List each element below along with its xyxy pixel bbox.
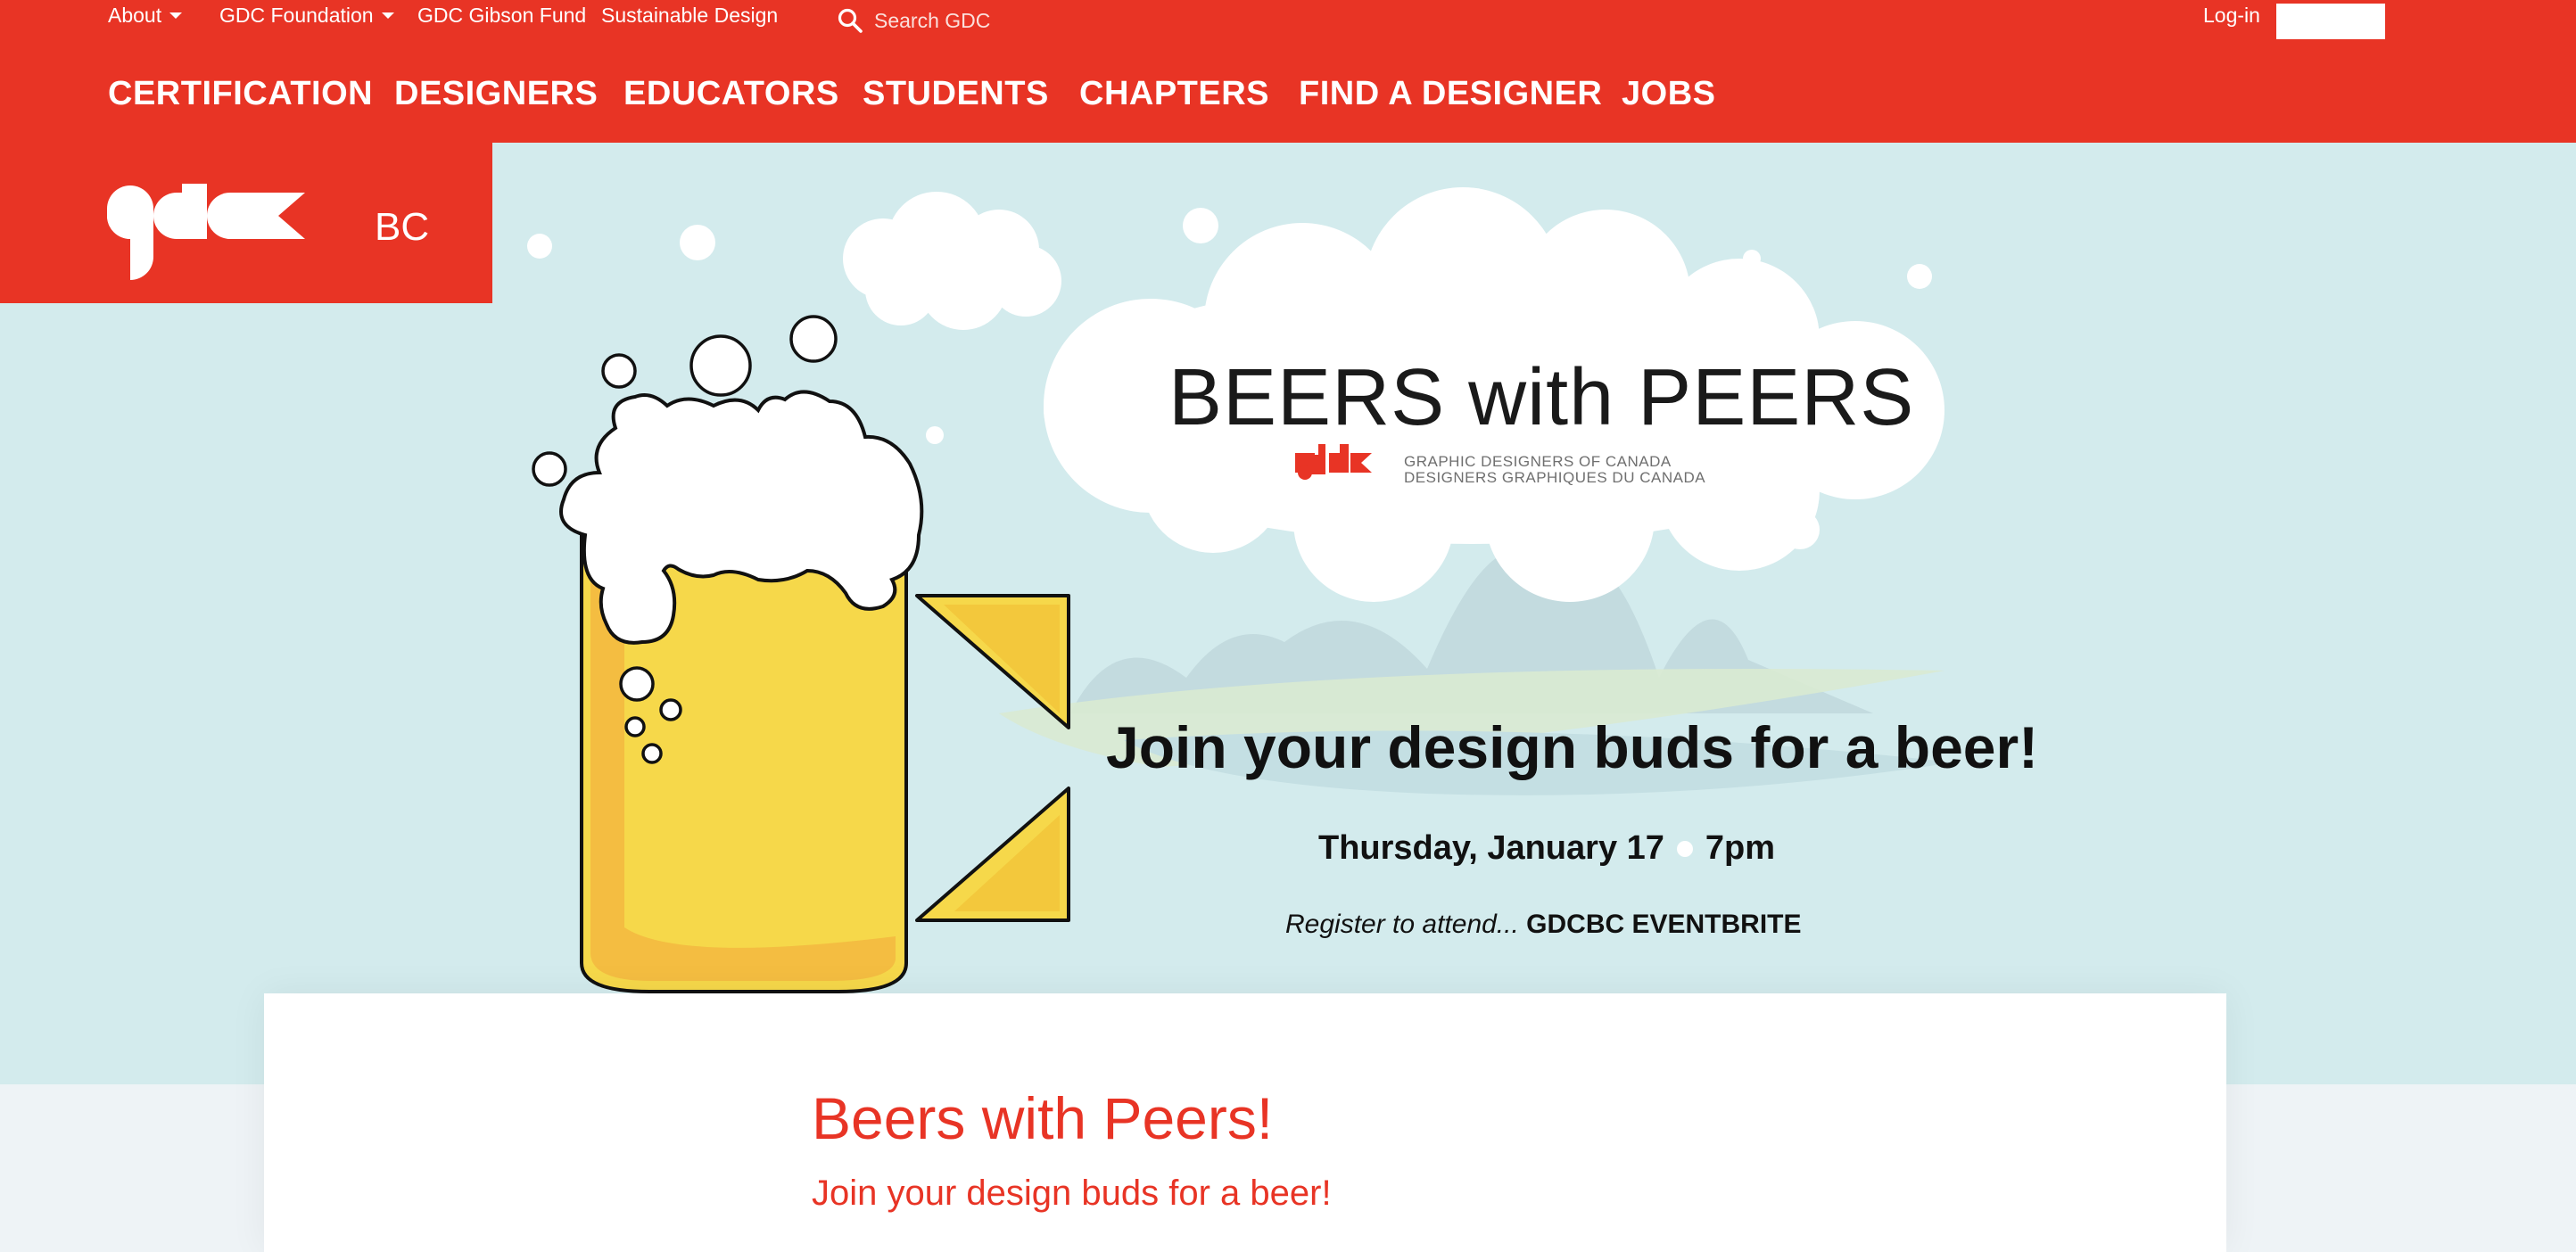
nav-find-a-designer[interactable]: FIND A DESIGNER — [1299, 75, 1602, 113]
utility-nav: About GDC Foundation GDC Gibson Fund Sus… — [0, 0, 2576, 39]
chevron-down-icon — [381, 12, 394, 19]
nav-sustainable-design[interactable]: Sustainable Design — [601, 4, 778, 28]
nav-certification[interactable]: CERTIFICATION — [108, 75, 373, 113]
nav-gdc-gibson-fund[interactable]: GDC Gibson Fund — [417, 4, 586, 28]
nav-gdc-foundation[interactable]: GDC Foundation — [219, 4, 394, 28]
article-card: Beers with Peers! Join your design buds … — [264, 993, 2226, 1252]
event-time: 7pm — [1705, 829, 1776, 867]
search-input[interactable] — [874, 8, 1053, 33]
main-nav: CERTIFICATION DESIGNERS EDUCATORS STUDEN… — [0, 75, 2576, 128]
login-link[interactable]: Log-in — [2203, 4, 2260, 28]
separator-dot — [1676, 840, 1693, 857]
gdc-tagline-en: GRAPHIC DESIGNERS OF CANADA — [1404, 453, 1672, 470]
nav-about-label: About — [108, 4, 162, 27]
hero-headline: Join your design buds for a beer! — [1106, 714, 2039, 780]
join-gdc-button[interactable]: Join GDC — [2276, 4, 2385, 39]
nav-about[interactable]: About — [108, 4, 183, 28]
nav-educators[interactable]: EDUCATORS — [623, 75, 839, 113]
nav-gdc-foundation-label: GDC Foundation — [219, 4, 374, 27]
register-prefix: Register to attend... — [1285, 910, 1519, 939]
gdc-logo — [107, 184, 305, 280]
nav-designers[interactable]: DESIGNERS — [394, 75, 598, 113]
chapter-logo[interactable]: BC — [0, 143, 492, 303]
gdc-tagline-fr: DESIGNERS GRAPHIQUES DU CANADA — [1404, 469, 1706, 486]
register-line: Register to attend... GDCBC EVENTBRITE — [1285, 910, 1802, 940]
nav-students[interactable]: STUDENTS — [863, 75, 1049, 113]
site-header: About GDC Foundation GDC Gibson Fund Sus… — [0, 0, 2576, 143]
article-subtitle: Join your design buds for a beer! — [812, 1174, 1332, 1213]
nav-jobs[interactable]: JOBS — [1622, 75, 1715, 113]
nav-chapters[interactable]: CHAPTERS — [1079, 75, 1269, 113]
chevron-down-icon — [169, 12, 183, 19]
event-datetime: Thursday, January 17 7pm — [1318, 829, 1775, 868]
article-title: Beers with Peers! — [812, 1085, 1274, 1151]
chapter-region: BC — [375, 205, 430, 249]
search-box[interactable] — [837, 5, 1053, 36]
event-date: Thursday, January 17 — [1318, 829, 1664, 867]
eventbrite-link[interactable]: GDCBC EVENTBRITE — [1526, 910, 1801, 939]
search-icon[interactable] — [837, 7, 863, 34]
banner-title: BEERS with PEERS — [1168, 353, 1915, 442]
